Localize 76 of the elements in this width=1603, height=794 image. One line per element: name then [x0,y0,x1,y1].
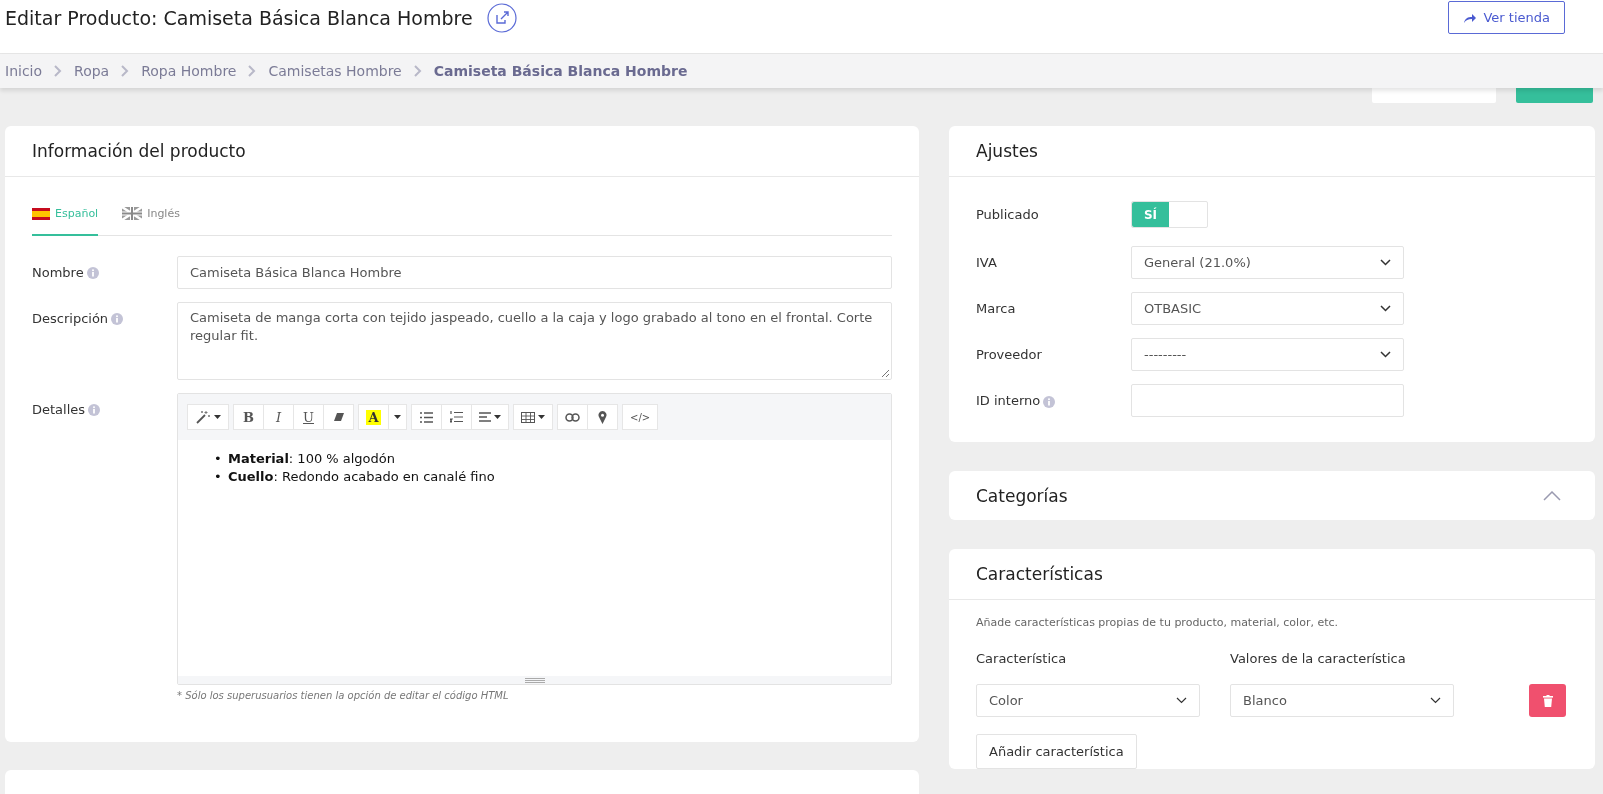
toolbar-button[interactable] [411,404,442,430]
field-label: Publicado [976,207,1040,222]
breadcrumb-item[interactable]: Inicio [5,63,43,79]
field-label: Detalles [32,402,86,417]
editor-note: * Sólo los superusuarios tienen la opción de editar el código HTML [177,689,510,701]
delete-button[interactable] [1529,684,1566,717]
link-icon [565,412,580,422]
chevron-down-icon [1176,697,1187,704]
toolbar-button[interactable] [187,404,229,430]
field-label: Proveedor [976,347,1043,362]
numbered-list-icon [450,411,463,423]
toolbar-button[interactable] [323,404,354,430]
add-feature-button[interactable]: Añadir característica [976,734,1137,769]
card-title: Características [976,564,1103,584]
select-field[interactable]: General (21.0%) [1131,246,1404,279]
feature-select[interactable]: Color [976,684,1200,717]
toolbar-button[interactable]: </> [622,404,659,430]
field-label: Descripción [32,311,109,326]
chevron-right-icon [248,65,257,77]
field-label: ID interno [976,393,1041,408]
share-arrow-icon [1463,11,1478,24]
chevron-right-icon [121,65,130,77]
align-icon [479,412,491,422]
column-header: Valores de la característica [1230,651,1407,666]
resize-handle-icon[interactable] [524,677,545,683]
caret-icon [394,415,401,419]
list-item: • Cuello: Redondo acabado en canalé fino [214,468,496,486]
toolbar-button[interactable] [441,404,472,430]
toolbar-button[interactable]: B [233,404,264,430]
chevron-right-icon [413,65,422,77]
toolbar-button[interactable]: U [293,404,324,430]
name-field[interactable]: Camiseta Básica Blanca Hombre [177,256,892,289]
column-header: Característica [976,651,1068,666]
breadcrumb-item[interactable]: Camisetas Hombre [268,63,402,79]
chevron-down-icon [1380,259,1391,266]
toolbar-button[interactable] [513,404,553,430]
select-field[interactable]: OTBASIC [1131,292,1404,325]
feature-value-select[interactable]: Blanco [1230,684,1454,717]
card-title: Información del producto [32,141,246,161]
table-icon [521,411,535,423]
page-title: Editar Producto: Camiseta Básica Blanca Hombre [5,6,473,29]
map-pin-icon [598,410,607,424]
breadcrumb-item: Camiseta Básica Blanca Hombre [433,63,688,79]
flag-icon [122,207,143,220]
external-link-icon[interactable] [486,2,517,33]
chevron-icon[interactable] [1543,490,1561,501]
description-field[interactable]: Camiseta de manga corta con tejido jaspeado, cuello a la caja y logo grabado al tono en el frontal. Corte regular fit. [177,302,892,380]
breadcrumb-item[interactable]: Ropa [74,63,110,79]
toolbar-button[interactable] [587,404,618,430]
language-tab[interactable]: Inglés [122,205,180,236]
card-title: Categorías [976,485,1068,506]
bullet-list-icon [420,411,433,423]
flag-icon [32,207,50,220]
toolbar-button[interactable]: A [358,404,389,430]
toolbar-button[interactable] [471,404,509,430]
card-title: Ajustes [976,141,1038,161]
toolbar-button[interactable] [388,404,407,430]
select-field[interactable]: --------- [1131,338,1404,371]
trash-icon [1542,694,1553,707]
internal-id-field[interactable] [1131,384,1404,417]
hint-text: Añade características propias de tu producto, material, color, etc. [976,616,1340,629]
list-item: • Material: 100 % algodón [214,450,396,468]
field-label: IVA [976,255,998,270]
chevron-right-icon [54,65,63,77]
field-label: Marca [976,301,1017,316]
magic-wand-icon [195,410,211,424]
breadcrumb-item[interactable]: Ropa Hombre [141,63,237,79]
resize-grip-icon[interactable] [881,369,889,377]
chevron-down-icon [1380,305,1391,312]
chevron-down-icon [1430,697,1441,704]
field-label: Nombre [32,265,84,280]
chevron-down-icon [1380,351,1391,358]
eraser-icon [332,411,345,423]
toolbar-button[interactable] [557,404,588,430]
view-store-button[interactable]: Ver tienda [1448,1,1565,34]
toolbar-button[interactable]: I [263,404,294,430]
